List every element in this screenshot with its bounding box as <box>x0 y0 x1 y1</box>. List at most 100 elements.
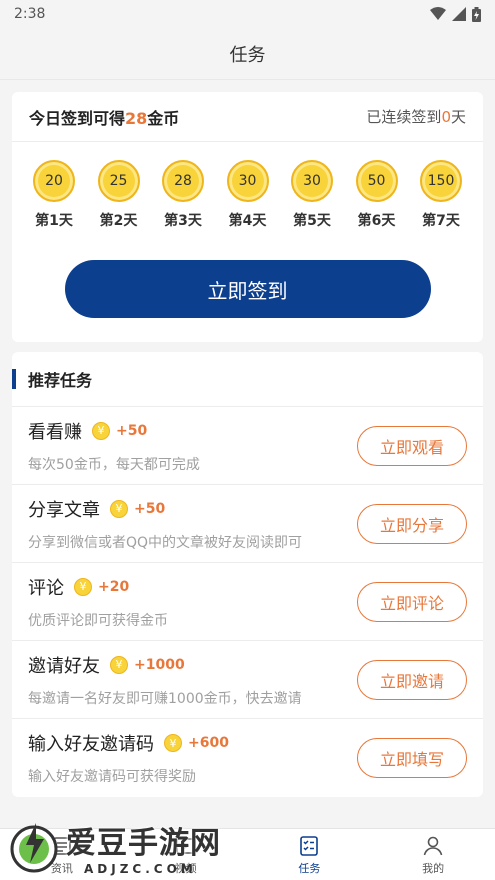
task-item: 邀请好友 ¥ +1000 每邀请一名好友即可赚1000金币，快去邀请 立即邀请 <box>12 641 483 719</box>
yen-coin-icon: ¥ <box>92 421 110 440</box>
day-label: 第4天 <box>228 213 267 229</box>
task-action-button[interactable]: 立即分享 <box>357 503 467 544</box>
watermark: 爱豆手游网 ADJZC.COM <box>8 818 221 876</box>
checkin-day: 50 第6天 <box>353 160 401 230</box>
task-desc: 每次50金币，每天都可完成 <box>28 456 200 473</box>
reward-amount: +600 <box>188 735 229 751</box>
yen-coin-icon: ¥ <box>110 499 128 518</box>
checkin-title: 今日签到可得28金币 <box>29 105 179 129</box>
coin-icon: 30 <box>226 160 269 202</box>
checkin-day: 25 第2天 <box>95 160 143 230</box>
streak-prefix: 已连续签到 <box>366 108 442 126</box>
tab-tasks[interactable]: 任务 <box>248 829 372 880</box>
checkin-header: 今日签到可得28金币 已连续签到0天 <box>12 92 483 142</box>
battery-icon <box>472 6 481 22</box>
task-top: 评论 ¥ +20 <box>28 574 168 600</box>
task-name: 输入好友邀请码 <box>28 734 154 755</box>
task-reward: ¥ +1000 <box>110 655 185 674</box>
task-desc: 输入好友邀请码可获得奖励 <box>28 769 196 785</box>
coin-icon: 30 <box>291 160 333 202</box>
day-label: 第3天 <box>164 213 202 229</box>
streak-suffix: 天 <box>450 108 466 126</box>
coin-icon: 50 <box>355 160 398 202</box>
streak-days: 0 <box>441 108 451 126</box>
watermark-logo-icon <box>10 823 58 873</box>
day-label: 第2天 <box>99 213 138 229</box>
task-reward: ¥ +600 <box>164 734 229 752</box>
task-name: 看看赚 <box>28 421 82 443</box>
task-info: 分享文章 ¥ +50 分享到微信或者QQ中的文章被好友阅读即可 <box>28 496 302 552</box>
coin-icon: 20 <box>33 160 75 202</box>
section-accent-bar <box>12 369 16 389</box>
task-action-button[interactable]: 立即观看 <box>357 425 467 466</box>
task-item: 看看赚 ¥ +50 每次50金币，每天都可完成 立即观看 <box>12 407 483 485</box>
task-name: 分享文章 <box>28 499 100 521</box>
coin-icon: 150 <box>420 160 462 202</box>
checkin-card: 今日签到可得28金币 已连续签到0天 20 第1天 25 第2天 28 第3天 30 第… <box>12 92 483 342</box>
reward-amount: +50 <box>116 422 148 439</box>
task-top: 输入好友邀请码 ¥ +600 <box>28 730 229 756</box>
watermark-text: 爱豆手游网 ADJZC.COM <box>66 818 221 876</box>
day-label: 第1天 <box>35 213 73 229</box>
task-top: 分享文章 ¥ +50 <box>28 496 302 522</box>
signal-icon <box>452 7 466 21</box>
checkin-title-suffix: 金币 <box>147 108 180 128</box>
task-reward: ¥ +50 <box>110 499 166 518</box>
app-header: 任务 <box>0 28 495 80</box>
tab-label: 任务 <box>298 861 321 875</box>
yen-coin-icon: ¥ <box>164 734 182 752</box>
checkin-days: 20 第1天 25 第2天 28 第3天 30 第4天 30 第5天 50 第6天 150 第… <box>12 142 483 230</box>
task-reward: ¥ +20 <box>74 577 130 596</box>
wifi-icon <box>430 7 446 20</box>
tasks-header: 推荐任务 <box>12 352 483 407</box>
task-info: 邀请好友 ¥ +1000 每邀请一名好友即可赚1000金币，快去邀请 <box>28 652 302 708</box>
tasks-card: 推荐任务 看看赚 ¥ +50 每次50金币，每天都可完成 立即观看 分享文章 ¥ +… <box>12 352 483 797</box>
tab-label: 我的 <box>422 861 445 875</box>
task-item: 评论 ¥ +20 优质评论即可获得金币 立即评论 <box>12 563 483 641</box>
checkin-title-prefix: 今日签到可得 <box>29 108 126 128</box>
reward-amount: +50 <box>134 500 166 517</box>
watermark-subtitle: ADJZC.COM <box>84 862 197 876</box>
status-time: 2:38 <box>14 6 46 22</box>
task-name: 评论 <box>28 577 64 599</box>
yen-coin-icon: ¥ <box>74 577 92 596</box>
task-top: 看看赚 ¥ +50 <box>28 418 200 444</box>
checkin-day: 20 第1天 <box>30 160 78 230</box>
today-reward: 28 <box>125 108 148 128</box>
task-top: 邀请好友 ¥ +1000 <box>28 652 302 678</box>
page-title: 任务 <box>229 44 266 66</box>
checkin-day: 150 第7天 <box>417 160 465 230</box>
checkin-day: 30 第4天 <box>224 160 272 230</box>
task-action-button[interactable]: 立即填写 <box>357 738 467 778</box>
task-list-icon <box>300 835 319 856</box>
tab-profile[interactable]: 我的 <box>371 829 495 880</box>
task-info: 看看赚 ¥ +50 每次50金币，每天都可完成 <box>28 418 200 474</box>
user-icon <box>423 836 443 855</box>
checkin-day: 30 第5天 <box>288 160 336 230</box>
watermark-title: 爱豆手游网 <box>66 826 221 861</box>
task-action-button[interactable]: 立即评论 <box>357 581 467 622</box>
task-name: 邀请好友 <box>28 655 100 677</box>
reward-amount: +20 <box>98 578 130 595</box>
status-icons <box>430 6 481 22</box>
checkin-button[interactable]: 立即签到 <box>64 260 431 318</box>
day-label: 第5天 <box>293 213 331 229</box>
coin-icon: 28 <box>162 160 204 202</box>
status-bar: 2:38 <box>0 0 495 28</box>
task-desc: 优质评论即可获得金币 <box>28 612 168 629</box>
task-info: 输入好友邀请码 ¥ +600 输入好友邀请码可获得奖励 <box>28 730 229 786</box>
task-info: 评论 ¥ +20 优质评论即可获得金币 <box>28 574 168 630</box>
task-desc: 分享到微信或者QQ中的文章被好友阅读即可 <box>28 534 303 551</box>
reward-amount: +1000 <box>134 656 185 673</box>
task-desc: 每邀请一名好友即可赚1000金币，快去邀请 <box>28 690 302 707</box>
task-action-button[interactable]: 立即邀请 <box>357 659 467 700</box>
task-item: 分享文章 ¥ +50 分享到微信或者QQ中的文章被好友阅读即可 立即分享 <box>12 485 483 563</box>
task-reward: ¥ +50 <box>92 421 148 440</box>
day-label: 第6天 <box>357 213 396 229</box>
tasks-title: 推荐任务 <box>28 371 93 390</box>
yen-coin-icon: ¥ <box>110 655 128 674</box>
day-label: 第7天 <box>422 213 460 229</box>
streak-text: 已连续签到0天 <box>366 106 466 127</box>
task-item: 输入好友邀请码 ¥ +600 输入好友邀请码可获得奖励 立即填写 <box>12 719 483 797</box>
coin-icon: 25 <box>97 160 140 202</box>
